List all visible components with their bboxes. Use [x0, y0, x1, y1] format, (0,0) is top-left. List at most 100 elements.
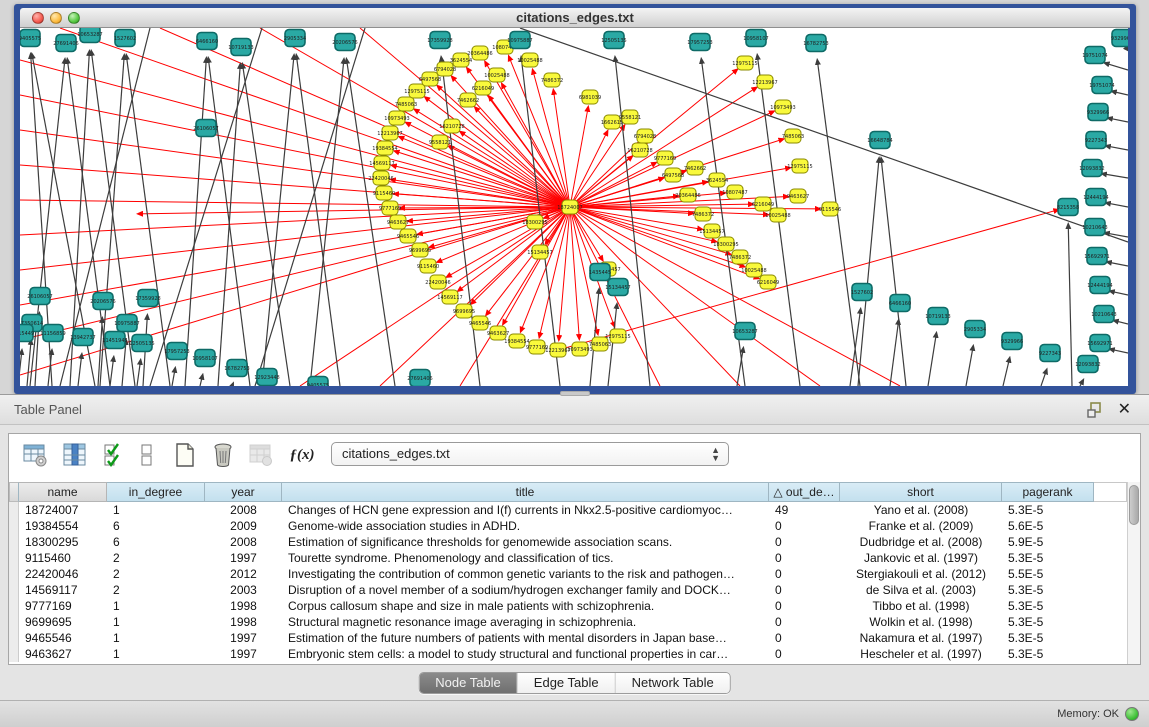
cell-short[interactable]: de Silva et al. (2003)	[840, 582, 1002, 598]
tab-node-table[interactable]: Node Table	[419, 673, 518, 693]
cell-title[interactable]: Corpus callosum shape and size in male p…	[282, 598, 769, 614]
cell-short[interactable]: Dudbridge et al. (2008)	[840, 534, 1002, 550]
cell-pagerank[interactable]: 5.9E-5	[1002, 534, 1094, 550]
function-builder-icon[interactable]: ƒ(x)	[285, 441, 319, 469]
cell-indegree[interactable]: 1	[107, 646, 205, 662]
column-header-name[interactable]: name	[19, 482, 107, 502]
cell-name[interactable]: 9465546	[19, 630, 107, 646]
cell-year[interactable]: 1997	[205, 550, 282, 566]
table-row[interactable]: 1938455462009Genome-wide association stu…	[9, 518, 1127, 534]
cell-year[interactable]: 1998	[205, 614, 282, 630]
cell-title[interactable]: Structural magnetic resonance image aver…	[282, 614, 769, 630]
cell-year[interactable]: 2008	[205, 534, 282, 550]
cell-name[interactable]: 9699695	[19, 614, 107, 630]
column-visibility-icon[interactable]	[61, 441, 89, 469]
panel-splitter-handle[interactable]	[560, 391, 590, 396]
table-row[interactable]: 946362711997Embryonic stem cells: a mode…	[9, 646, 1127, 662]
delete-column-icon[interactable]	[209, 441, 237, 469]
cell-name[interactable]: 9777169	[19, 598, 107, 614]
table-row[interactable]: 911546021997Tourette syndrome. Phenomeno…	[9, 550, 1127, 566]
cell-name[interactable]: 9463627	[19, 646, 107, 662]
cell-short[interactable]: Yano et al. (2008)	[840, 502, 1002, 518]
cell-title[interactable]: Investigating the contribution of common…	[282, 566, 769, 582]
cell-year[interactable]: 2003	[205, 582, 282, 598]
cell-name[interactable]: 9115460	[19, 550, 107, 566]
cell-year[interactable]: 1998	[205, 598, 282, 614]
table-row[interactable]: 1872400712008Changes of HCN gene express…	[9, 502, 1127, 518]
cell-title[interactable]: Disruption of a novel member of a sodium…	[282, 582, 769, 598]
cell-name[interactable]: 18724007	[19, 502, 107, 518]
cell-short[interactable]: Hescheler et al. (1997)	[840, 646, 1002, 662]
float-window-icon[interactable]	[1087, 402, 1103, 418]
table-row[interactable]: 2242004622012Investigating the contribut…	[9, 566, 1127, 582]
cell-year[interactable]: 1997	[205, 646, 282, 662]
delete-table-icon[interactable]	[247, 441, 275, 469]
column-header-year[interactable]: year	[205, 482, 282, 502]
column-header-outde[interactable]: △ out_de…	[769, 482, 840, 502]
cell-name[interactable]: 22420046	[19, 566, 107, 582]
network-window-titlebar[interactable]: citations_edges.txt	[20, 8, 1130, 28]
column-header-indegree[interactable]: in_degree	[107, 482, 205, 502]
new-column-icon[interactable]	[171, 441, 199, 469]
table-scrollbar[interactable]	[1127, 482, 1140, 664]
tab-edge-table[interactable]: Edge Table	[518, 673, 616, 693]
cell-short[interactable]: Wolkin et al. (1998)	[840, 614, 1002, 630]
cell-outde[interactable]: 0	[769, 598, 840, 614]
cell-pagerank[interactable]: 5.3E-5	[1002, 582, 1094, 598]
cell-title[interactable]: Embryonic stem cells: a model to study s…	[282, 646, 769, 662]
cell-pagerank[interactable]: 5.3E-5	[1002, 630, 1094, 646]
cell-pagerank[interactable]: 5.3E-5	[1002, 598, 1094, 614]
cell-outde[interactable]: 0	[769, 646, 840, 662]
cell-name[interactable]: 18300295	[19, 534, 107, 550]
cell-outde[interactable]: 0	[769, 534, 840, 550]
cell-outde[interactable]: 0	[769, 614, 840, 630]
cell-indegree[interactable]: 1	[107, 614, 205, 630]
cell-year[interactable]: 2009	[205, 518, 282, 534]
column-header-pagerank[interactable]: pagerank	[1002, 482, 1094, 502]
cell-title[interactable]: Changes of HCN gene expression and I(f) …	[282, 502, 769, 518]
cell-name[interactable]: 19384554	[19, 518, 107, 534]
cell-title[interactable]: Estimation of the future numbers of pati…	[282, 630, 769, 646]
table-row[interactable]: 969969511998Structural magnetic resonanc…	[9, 614, 1127, 630]
cell-short[interactable]: Jankovic et al. (1997)	[840, 550, 1002, 566]
cell-short[interactable]: Franke et al. (2009)	[840, 518, 1002, 534]
network-canvas[interactable]: 1872400796996959465546946362797771699115…	[20, 28, 1128, 386]
unselect-all-icon[interactable]	[133, 441, 161, 469]
cell-outde[interactable]: 0	[769, 550, 840, 566]
cell-pagerank[interactable]: 5.6E-5	[1002, 518, 1094, 534]
cell-title[interactable]: Estimation of significance thresholds fo…	[282, 534, 769, 550]
table-scrollbar-thumb[interactable]	[1129, 485, 1139, 525]
cell-pagerank[interactable]: 5.3E-5	[1002, 614, 1094, 630]
cell-indegree[interactable]: 6	[107, 534, 205, 550]
cell-short[interactable]: Nakamura et al. (1997)	[840, 630, 1002, 646]
cell-indegree[interactable]: 1	[107, 630, 205, 646]
cell-title[interactable]: Tourette syndrome. Phenomenology and cla…	[282, 550, 769, 566]
cell-indegree[interactable]: 2	[107, 550, 205, 566]
cell-indegree[interactable]: 1	[107, 598, 205, 614]
cell-pagerank[interactable]: 5.5E-5	[1002, 566, 1094, 582]
table-row[interactable]: 977716911998Corpus callosum shape and si…	[9, 598, 1127, 614]
table-mode-icon[interactable]	[21, 441, 49, 469]
tab-network-table[interactable]: Network Table	[616, 673, 730, 693]
cell-outde[interactable]: 0	[769, 582, 840, 598]
table-selector-dropdown[interactable]: citations_edges.txt ▲▼	[331, 442, 729, 466]
memory-status-indicator[interactable]	[1125, 707, 1139, 721]
cell-pagerank[interactable]: 5.3E-5	[1002, 646, 1094, 662]
cell-pagerank[interactable]: 5.3E-5	[1002, 550, 1094, 566]
cell-outde[interactable]: 0	[769, 566, 840, 582]
cell-outde[interactable]: 0	[769, 518, 840, 534]
cell-outde[interactable]: 49	[769, 502, 840, 518]
cell-indegree[interactable]: 2	[107, 566, 205, 582]
cell-name[interactable]: 14569117	[19, 582, 107, 598]
column-header-short[interactable]: short	[840, 482, 1002, 502]
cell-outde[interactable]: 0	[769, 630, 840, 646]
column-header-title[interactable]: title	[282, 482, 769, 502]
cell-indegree[interactable]: 1	[107, 502, 205, 518]
cell-title[interactable]: Genome-wide association studies in ADHD.	[282, 518, 769, 534]
cell-year[interactable]: 1997	[205, 630, 282, 646]
cell-indegree[interactable]: 6	[107, 518, 205, 534]
select-all-icon[interactable]	[101, 441, 129, 469]
cell-pagerank[interactable]: 5.3E-5	[1002, 502, 1094, 518]
cell-short[interactable]: Stergiakouli et al. (2012)	[840, 566, 1002, 582]
cell-year[interactable]: 2012	[205, 566, 282, 582]
